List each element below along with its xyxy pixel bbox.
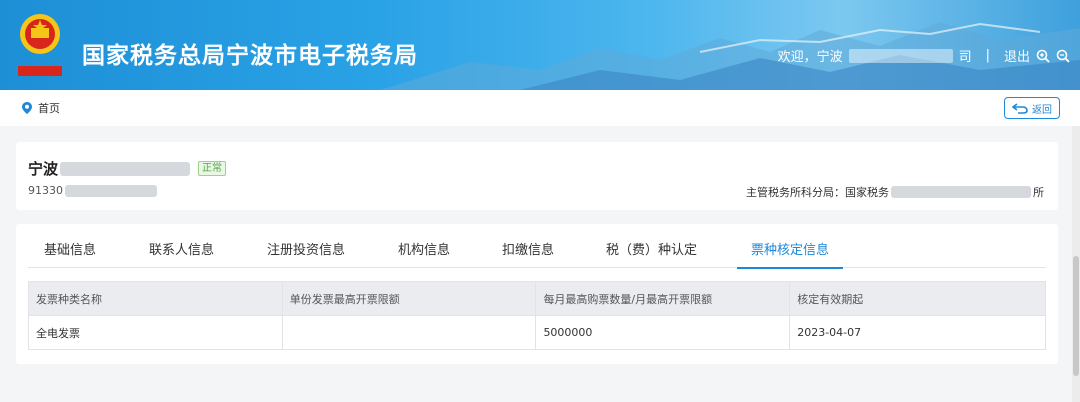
breadcrumb[interactable]: 首页 [22, 100, 60, 116]
welcome-tail: 司 [958, 50, 972, 65]
taxpayer-id-prefix: 91330 [28, 184, 63, 197]
zoom-out-icon[interactable] [1056, 49, 1070, 63]
info-panel: 基础信息 联系人信息 注册投资信息 机构信息 扣缴信息 税（费）种认定 票种核定… [16, 224, 1058, 364]
column-header: 核定有效期起 [789, 281, 1046, 316]
home-link[interactable]: 首页 [38, 100, 60, 116]
redacted-tax-office [891, 186, 1031, 198]
logout-link[interactable]: 退出 [1004, 46, 1030, 65]
tab-tax-type[interactable]: 税（费）种认定 [606, 234, 697, 268]
back-button[interactable]: 返回 [1004, 97, 1060, 119]
site-header: 国家税务总局宁波市电子税务局 欢迎，宁波 司 | 退出 [0, 0, 1080, 90]
site-title: 国家税务总局宁波市电子税务局 [82, 43, 418, 69]
tab-registration-investment[interactable]: 注册投资信息 [267, 234, 345, 268]
tab-bar: 基础信息 联系人信息 注册投资信息 机构信息 扣缴信息 税（费）种认定 票种核定… [28, 234, 1046, 269]
company-name: 宁波 正常 [28, 158, 227, 179]
table-cell: 全电发票 [28, 315, 283, 350]
status-badge: 正常 [198, 161, 227, 176]
table-cell: 5000000 [535, 315, 791, 350]
column-header: 每月最高购票数量/月最高开票限额 [535, 281, 791, 316]
tax-office-tail: 所 [1033, 186, 1044, 199]
back-label: 返回 [1032, 104, 1052, 116]
company-name-prefix: 宁波 [28, 160, 59, 178]
national-emblem-icon [18, 14, 62, 76]
zoom-in-icon[interactable] [1036, 49, 1050, 63]
tab-basic-info[interactable]: 基础信息 [44, 234, 96, 268]
location-pin-icon [22, 102, 32, 114]
user-bar: 欢迎，宁波 司 | 退出 [778, 46, 1070, 65]
company-card: 宁波 正常 91330 主管税务所科分局：国家税务 所 [16, 142, 1058, 210]
tab-institution[interactable]: 机构信息 [398, 234, 450, 268]
redacted-username [848, 48, 953, 63]
page-scrollbar[interactable] [1072, 126, 1080, 402]
tax-office: 主管税务所科分局：国家税务 所 [746, 184, 1044, 200]
welcome-text: 欢迎，宁波 [777, 50, 843, 65]
table-row: 全电发票 5000000 2023-04-07 [28, 315, 1046, 350]
scrollbar-thumb[interactable] [1073, 256, 1079, 376]
separator: | [985, 48, 990, 63]
tax-office-label: 主管税务所科分局：国家税务 [746, 186, 889, 199]
column-header: 发票种类名称 [28, 281, 283, 316]
tab-contacts[interactable]: 联系人信息 [149, 234, 214, 268]
invoice-type-table: 发票种类名称 单份发票最高开票限额 每月最高购票数量/月最高开票限额 核定有效期… [28, 281, 1046, 350]
return-arrow-icon [1012, 102, 1028, 114]
table-cell [281, 315, 537, 350]
breadcrumb-bar: 首页 返回 [0, 90, 1080, 126]
tab-invoice-type[interactable]: 票种核定信息 [736, 234, 844, 269]
table-cell: 2023-04-07 [789, 315, 1046, 350]
table-header-row: 发票种类名称 单份发票最高开票限额 每月最高购票数量/月最高开票限额 核定有效期… [28, 281, 1046, 316]
redacted-taxpayer-id [65, 184, 157, 197]
column-header: 单份发票最高开票限额 [281, 281, 537, 316]
taxpayer-id: 91330 [28, 184, 157, 197]
tab-withholding[interactable]: 扣缴信息 [502, 234, 554, 268]
redacted-company-name [60, 161, 191, 176]
